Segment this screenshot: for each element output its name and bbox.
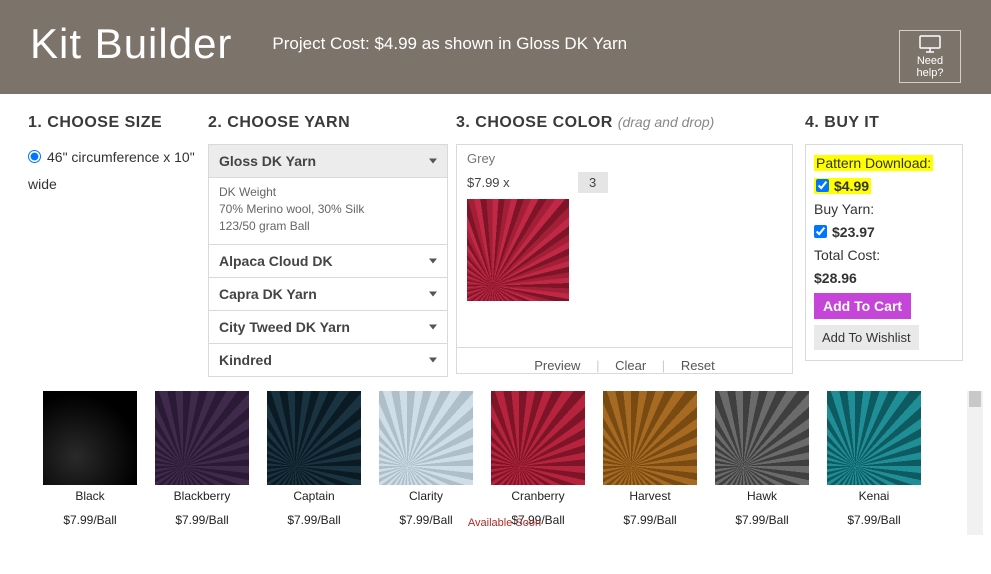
palette-name: Kenai [824, 489, 924, 503]
page-title: Kit Builder [30, 20, 232, 68]
buy-heading: 4. BUY IT [805, 114, 963, 132]
color-panel: Grey $7.99 x 3 Preview | Clear | Reset [456, 144, 793, 374]
palette-item[interactable]: Black $7.99/Ball [40, 391, 140, 527]
color-heading: 3. CHOOSE COLOR (drag and drop) [456, 114, 793, 132]
palette-name: Clarity [376, 489, 476, 503]
header: Kit Builder Project Cost: $4.99 as shown… [0, 0, 991, 94]
palette-price: $7.99/Ball [264, 513, 364, 527]
palette-swatch[interactable] [715, 391, 809, 485]
palette-item[interactable]: Clarity $7.99/Ball [376, 391, 476, 527]
palette-name: Harvest [600, 489, 700, 503]
palette-price: $7.99/Ball [40, 513, 140, 527]
pattern-price: $4.99 [834, 178, 869, 194]
buy-column: 4. BUY IT Pattern Download: $4.99 Buy Ya… [805, 114, 963, 377]
pattern-checkbox[interactable] [816, 179, 829, 192]
yarn-option[interactable]: Alpaca Cloud DK [209, 245, 447, 278]
monitor-icon [918, 35, 942, 53]
palette-item[interactable]: Hawk $7.99/Ball [712, 391, 812, 527]
palette-swatch[interactable] [155, 391, 249, 485]
palette-swatch[interactable] [267, 391, 361, 485]
palette-price: $7.99/Ball [152, 513, 252, 527]
help-label: Need help? [917, 55, 944, 79]
palette-name: Hawk [712, 489, 812, 503]
buy-yarn-label: Buy Yarn: [814, 201, 954, 217]
scroll-thumb[interactable] [969, 391, 981, 407]
available-soon-label: Available Soon [468, 517, 541, 529]
yarn-details: DK Weight 70% Merino wool, 30% Silk 123/… [209, 178, 447, 245]
yarn-option[interactable]: City Tweed DK Yarn [209, 311, 447, 344]
yarn-panel: Gloss DK Yarn DK Weight 70% Merino wool,… [208, 144, 448, 377]
palette-name: Cranberry [488, 489, 588, 503]
yarn-option-selected[interactable]: Gloss DK Yarn [209, 145, 447, 178]
palette-price: $7.99/Ball [712, 513, 812, 527]
palette-grid: Black$7.99/BallBlackberry$7.99/BallCapta… [40, 391, 969, 527]
chevron-down-icon [429, 292, 437, 297]
chevron-down-icon [429, 259, 437, 264]
color-column: 3. CHOOSE COLOR (drag and drop) Grey $7.… [456, 114, 793, 377]
yarn-checkbox[interactable] [814, 225, 827, 238]
palette-item[interactable]: Kenai $7.99/Ball [824, 391, 924, 527]
add-to-cart-button[interactable]: Add To Cart [814, 293, 911, 319]
selected-swatch[interactable] [467, 199, 569, 301]
yarn-option[interactable]: Kindred [209, 344, 447, 376]
yarn-heading: 2. CHOOSE YARN [208, 114, 448, 132]
yarn-price: $23.97 [832, 224, 875, 240]
palette-price: $7.99/Ball [600, 513, 700, 527]
yarn-option[interactable]: Capra DK Yarn [209, 278, 447, 311]
palette-swatch[interactable] [491, 391, 585, 485]
project-cost: Project Cost: $4.99 as shown in Gloss DK… [272, 34, 627, 54]
palette-strip: Black$7.99/BallBlackberry$7.99/BallCapta… [40, 391, 969, 527]
palette-item[interactable]: Captain $7.99/Ball [264, 391, 364, 527]
palette-swatch[interactable] [379, 391, 473, 485]
size-radio[interactable] [28, 150, 41, 163]
chevron-down-icon [429, 159, 437, 164]
palette-name: Black [40, 489, 140, 503]
palette-swatch[interactable] [603, 391, 697, 485]
palette-item[interactable]: Cranberry$7.99/Ball [488, 391, 588, 527]
quantity-box[interactable]: 3 [578, 172, 608, 193]
palette-item[interactable]: Blackberry $7.99/Ball [152, 391, 252, 527]
palette-price: $7.99/Ball [824, 513, 924, 527]
palette-scrollbar[interactable] [967, 391, 983, 535]
main: 1. CHOOSE SIZE 46" circumference x 10" w… [0, 94, 991, 377]
total-cost: $28.96 [814, 270, 954, 286]
chevron-down-icon [429, 358, 437, 363]
help-button[interactable]: Need help? [899, 30, 961, 83]
buy-panel: Pattern Download: $4.99 Buy Yarn: $23.97… [805, 144, 963, 361]
pattern-download-label: Pattern Download: [814, 155, 933, 171]
size-heading: 1. CHOOSE SIZE [28, 114, 200, 132]
clear-link[interactable]: Clear [615, 358, 646, 373]
palette-swatch[interactable] [43, 391, 137, 485]
add-to-wishlist-button[interactable]: Add To Wishlist [814, 325, 919, 350]
size-column: 1. CHOOSE SIZE 46" circumference x 10" w… [28, 114, 200, 377]
total-cost-label: Total Cost: [814, 247, 954, 263]
palette-price: $7.99/Ball [376, 513, 476, 527]
yarn-column: 2. CHOOSE YARN Gloss DK Yarn DK Weight 7… [208, 114, 448, 377]
palette-item[interactable]: Harvest $7.99/Ball [600, 391, 700, 527]
selected-color-name: Grey [467, 151, 782, 166]
color-actions: Preview | Clear | Reset [457, 347, 792, 383]
palette-swatch[interactable] [827, 391, 921, 485]
reset-link[interactable]: Reset [681, 358, 715, 373]
preview-link[interactable]: Preview [534, 358, 580, 373]
chevron-down-icon [429, 325, 437, 330]
palette-name: Captain [264, 489, 364, 503]
unit-price-label: $7.99 x [467, 175, 510, 190]
palette-name: Blackberry [152, 489, 252, 503]
size-option[interactable]: 46" circumference x 10" wide [28, 149, 195, 192]
